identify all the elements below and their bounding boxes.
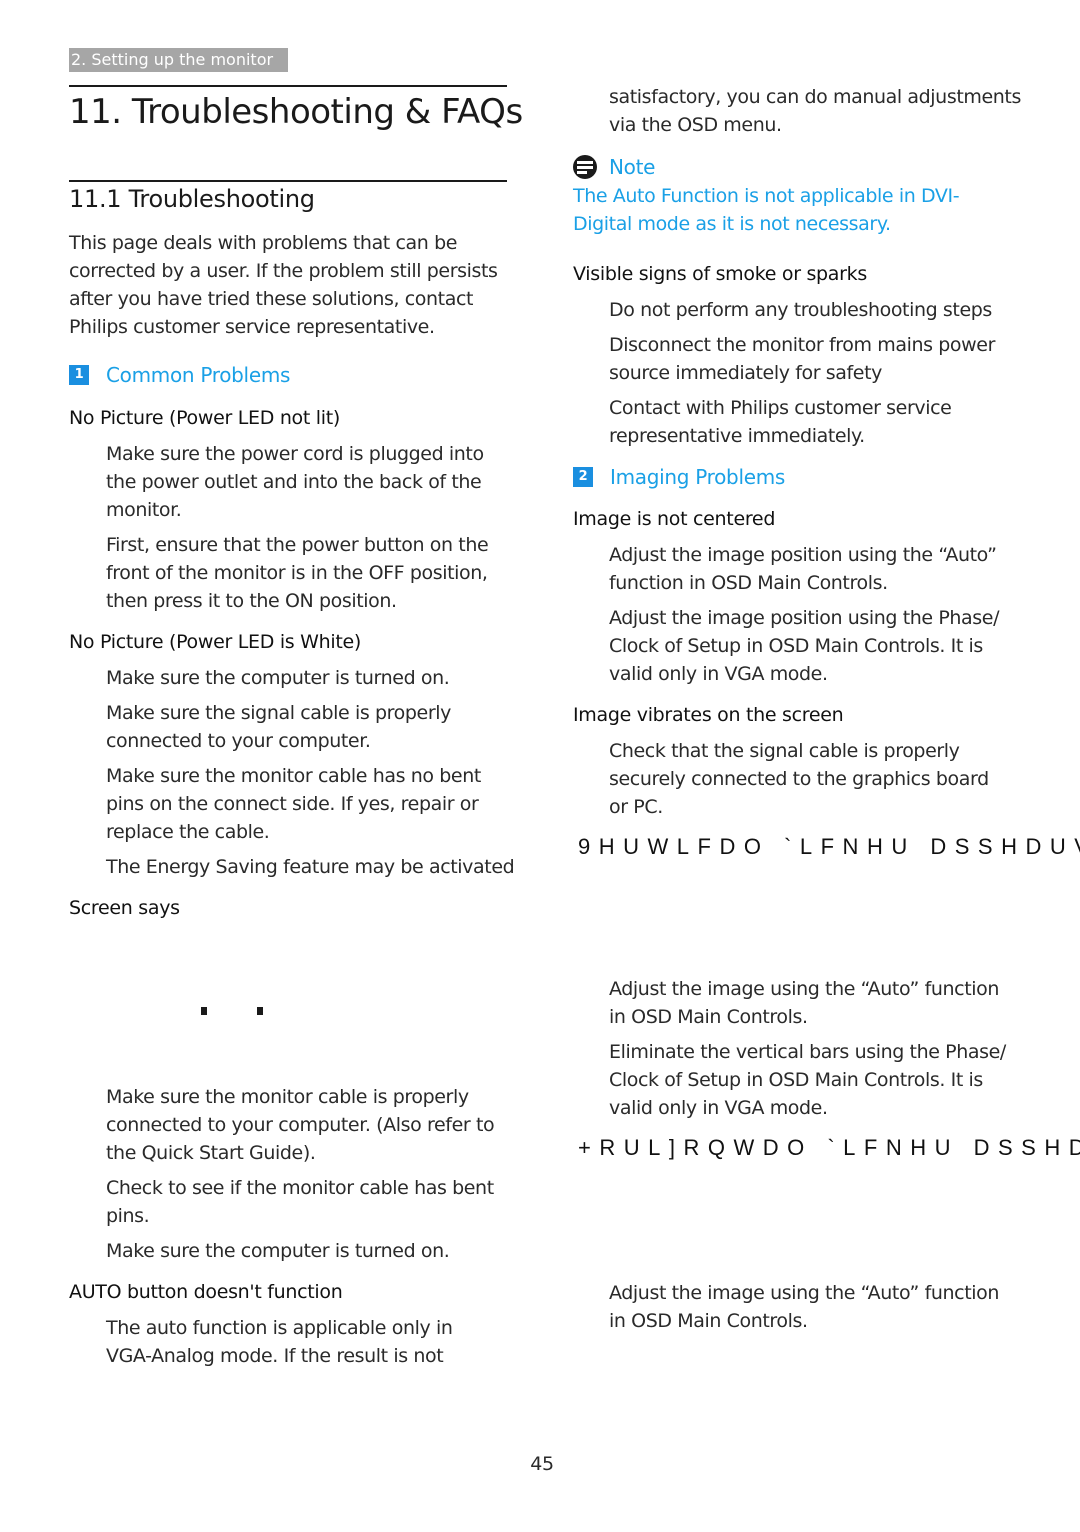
problem-heading: No Picture (Power LED not lit): [69, 407, 340, 429]
section-number-badge: 1: [69, 365, 89, 385]
problem-paragraph: Make sure the computer is turned on.: [106, 664, 516, 692]
problem-heading: AUTO button doesn't function: [69, 1281, 343, 1303]
text-line: Make sure the computer is turned on.: [106, 667, 450, 689]
image-artifact: [201, 1007, 207, 1015]
text-line: Contact with Philips customer service: [609, 397, 952, 419]
problem-paragraph: Adjust the image position using the “Aut…: [609, 541, 1049, 597]
text-line: monitor.: [106, 499, 182, 521]
text-line: Disconnect the monitor from mains power: [609, 334, 995, 356]
section-label: Common Problems: [106, 363, 291, 387]
text-line: representative immediately.: [609, 425, 865, 447]
text-line: the Quick Start Guide).: [106, 1142, 316, 1164]
problem-paragraph: Make sure the signal cable is properly c…: [106, 699, 516, 755]
text-line: or PC.: [609, 796, 663, 818]
text-line: First, ensure that the power button on t…: [106, 534, 489, 556]
text-line: the power outlet and into the back of th…: [106, 471, 482, 493]
text-line: The auto function is applicable only in: [106, 1317, 453, 1339]
intro-line: Philips customer service representative.: [69, 316, 435, 338]
problem-paragraph: Make sure the monitor cable has no bent …: [106, 762, 516, 846]
text-line: Make sure the monitor cable has no bent: [106, 765, 481, 787]
note-text: The Auto Function is not applicable in D…: [573, 182, 1033, 238]
problem-paragraph: The Energy Saving feature may be activat…: [106, 853, 526, 881]
text-line: connected to your computer. (Also refer …: [106, 1114, 495, 1136]
problem-heading: No Picture (Power LED is White): [69, 631, 361, 653]
problem-paragraph: Disconnect the monitor from mains power …: [609, 331, 1049, 387]
image-artifact: [257, 1007, 263, 1015]
problem-heading: Image vibrates on the screen: [573, 704, 844, 726]
note-icon: [573, 155, 597, 179]
text-line: Check to see if the monitor cable has be…: [106, 1177, 494, 1199]
text-line: Adjust the image position using the “Aut…: [609, 544, 997, 566]
problem-paragraph: Check that the signal cable is properly …: [609, 737, 1049, 821]
note-heading: Note: [573, 154, 655, 180]
text-line: via the OSD menu.: [609, 114, 782, 136]
problem-paragraph: Eliminate the vertical bars using the Ph…: [609, 1038, 1049, 1122]
text-line: Clock of Setup in OSD Main Controls. It …: [609, 1069, 983, 1091]
problem-heading: Screen says: [69, 897, 180, 919]
section-label: Imaging Problems: [610, 465, 786, 489]
problem-paragraph: Contact with Philips customer service re…: [609, 394, 1049, 450]
text-line: Clock of Setup in OSD Main Controls. It …: [609, 635, 983, 657]
text-line: function in OSD Main Controls.: [609, 572, 888, 594]
problem-paragraph: First, ensure that the power button on t…: [106, 531, 516, 615]
title-rule: [69, 85, 507, 87]
common-problems-heading: 1 Common Problems: [69, 362, 290, 388]
text-line: Adjust the image using the “Auto” functi…: [609, 978, 999, 1000]
section-rule: [69, 180, 507, 182]
intro-line: This page deals with problems that can b…: [69, 232, 458, 254]
text-line: securely connected to the graphics board: [609, 768, 989, 790]
text-line: satisfactory, you can do manual adjustme…: [609, 86, 1021, 108]
problem-paragraph: Make sure the power cord is plugged into…: [106, 440, 516, 524]
text-line: connected to your computer.: [106, 730, 371, 752]
text-line: VGA-Analog mode. If the result is not: [106, 1345, 444, 1367]
text-line: Make sure the power cord is plugged into: [106, 443, 484, 465]
page-number: 45: [530, 1453, 554, 1475]
text-line: Adjust the image position using the Phas…: [609, 607, 1000, 629]
problem-paragraph: Do not perform any troubleshooting steps: [609, 296, 1049, 324]
text-line: The Energy Saving feature may be activat…: [106, 856, 515, 878]
note-label: Note: [609, 155, 656, 179]
problem-heading-garbled: +RUL]RQWDO `LFNHU DSSHDU: [578, 1135, 1080, 1160]
text-line: Check that the signal cable is properly: [609, 740, 960, 762]
text-line: Make sure the computer is turned on.: [106, 1240, 450, 1262]
section-number-badge: 2: [573, 467, 593, 487]
text-line: then press it to the ON position.: [106, 590, 397, 612]
problem-heading: Visible signs of smoke or sparks: [573, 263, 867, 285]
problem-heading: Image is not centered: [573, 508, 776, 530]
problem-paragraph: Make sure the monitor cable is properly …: [106, 1083, 526, 1167]
problem-paragraph: Check to see if the monitor cable has be…: [106, 1174, 526, 1230]
text-line: replace the cable.: [106, 821, 270, 843]
text-line: Do not perform any troubleshooting steps: [609, 299, 992, 321]
intro-line: corrected by a user. If the problem stil…: [69, 260, 498, 282]
text-line: The Auto Function is not applicable in D…: [573, 185, 960, 207]
breadcrumb: 2. Setting up the monitor: [69, 48, 288, 72]
page-title: 11. Troubleshooting & FAQs: [69, 92, 523, 132]
problem-paragraph: Make sure the computer is turned on.: [106, 1237, 526, 1265]
problem-paragraph: Adjust the image using the “Auto” functi…: [609, 975, 1049, 1031]
section-title: 11.1 Troubleshooting: [69, 185, 315, 213]
continued-paragraph: satisfactory, you can do manual adjustme…: [609, 83, 1049, 139]
text-line: Make sure the monitor cable is properly: [106, 1086, 469, 1108]
problem-paragraph: Adjust the image position using the Phas…: [609, 604, 1049, 688]
text-line: front of the monitor is in the OFF posit…: [106, 562, 488, 584]
text-line: source immediately for safety: [609, 362, 882, 384]
problem-heading-garbled: 9HUWLFDO `LFNHU DSSHDUV: [578, 834, 1080, 859]
intro-line: after you have tried these solutions, co…: [69, 288, 474, 310]
text-line: Eliminate the vertical bars using the Ph…: [609, 1041, 1006, 1063]
text-line: in OSD Main Controls.: [609, 1310, 808, 1332]
problem-paragraph: The auto function is applicable only in …: [106, 1314, 526, 1370]
text-line: in OSD Main Controls.: [609, 1006, 808, 1028]
text-line: pins on the connect side. If yes, repair…: [106, 793, 479, 815]
text-line: Make sure the signal cable is properly: [106, 702, 451, 724]
problem-paragraph: Adjust the image using the “Auto” functi…: [609, 1279, 1049, 1335]
intro-paragraph: This page deals with problems that can b…: [69, 229, 519, 341]
imaging-problems-heading: 2 Imaging Problems: [573, 464, 785, 490]
text-line: Adjust the image using the “Auto” functi…: [609, 1282, 999, 1304]
text-line: Digital mode as it is not necessary.: [573, 213, 891, 235]
text-line: valid only in VGA mode.: [609, 663, 828, 685]
text-line: valid only in VGA mode.: [609, 1097, 828, 1119]
text-line: pins.: [106, 1205, 150, 1227]
